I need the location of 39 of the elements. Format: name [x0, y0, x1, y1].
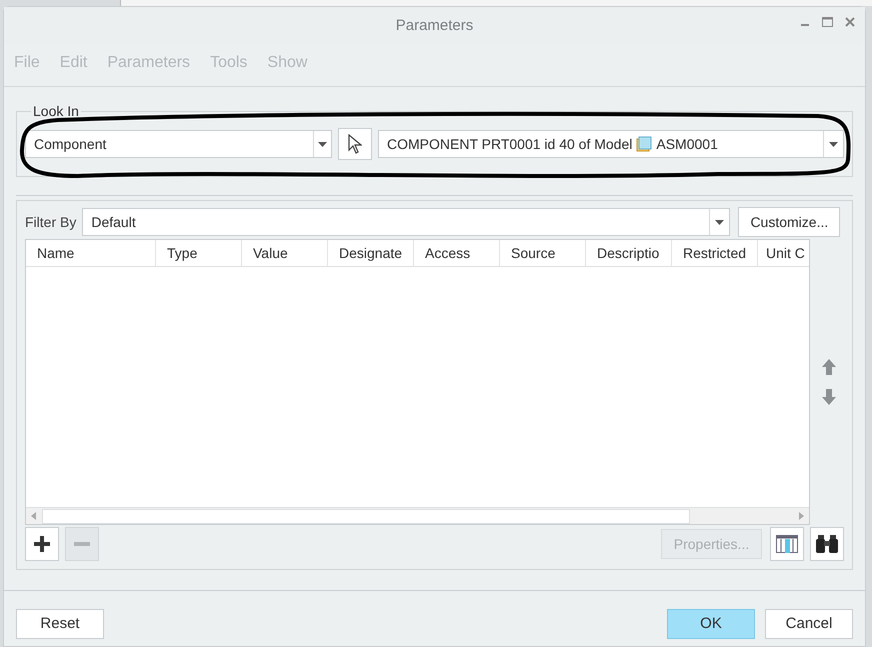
- plus-icon: [34, 536, 50, 552]
- filter-dropdown[interactable]: Default: [82, 208, 730, 236]
- dropdown-caret-icon: [829, 142, 838, 146]
- dialog-button[interactable]: Reset: [16, 609, 104, 639]
- scrollbar-thumb[interactable]: [42, 508, 690, 524]
- columns-button[interactable]: [770, 527, 804, 561]
- filter-label: Filter By: [25, 212, 76, 232]
- move-up-icon[interactable]: [821, 358, 838, 376]
- column-header[interactable]: Name: [26, 240, 156, 266]
- window-title: Parameters: [396, 16, 474, 36]
- customize-button[interactable]: Customize...: [738, 207, 840, 237]
- column-header[interactable]: Value: [242, 240, 328, 266]
- item-text: COMPONENT PRT0001 id 40 of Model: [387, 134, 632, 154]
- dropdown-caret-icon: [318, 142, 327, 146]
- column-header[interactable]: Unit C: [758, 240, 810, 266]
- cube-icon: [636, 136, 652, 152]
- close-icon[interactable]: [845, 17, 855, 27]
- add-button[interactable]: [25, 527, 59, 561]
- cursor-arrow-icon: [348, 134, 362, 154]
- dropdown-caret-icon: [715, 220, 724, 224]
- item-dropdown[interactable]: COMPONENT PRT0001 id 40 of Model ASM0001: [378, 130, 844, 158]
- dialog-button[interactable]: Cancel: [765, 609, 853, 639]
- table-columns-icon: [776, 535, 798, 553]
- model-name: ASM0001: [656, 134, 718, 154]
- dialog-button[interactable]: OK: [667, 609, 755, 639]
- type-dropdown[interactable]: Component: [25, 130, 332, 158]
- column-header[interactable]: Designate: [328, 240, 414, 266]
- minus-icon: [74, 542, 90, 546]
- column-header[interactable]: Restricted: [672, 240, 758, 266]
- find-button[interactable]: [810, 527, 844, 561]
- column-header[interactable]: Type: [156, 240, 242, 266]
- column-header[interactable]: Source: [500, 240, 586, 266]
- binoculars-icon: [815, 534, 839, 554]
- maximize-icon[interactable]: [822, 17, 833, 27]
- column-header[interactable]: Descriptio: [586, 240, 672, 266]
- move-down-icon[interactable]: [821, 388, 838, 406]
- select-button[interactable]: [338, 128, 372, 160]
- horizontal-scrollbar[interactable]: [26, 507, 810, 524]
- column-header[interactable]: Access: [414, 240, 500, 266]
